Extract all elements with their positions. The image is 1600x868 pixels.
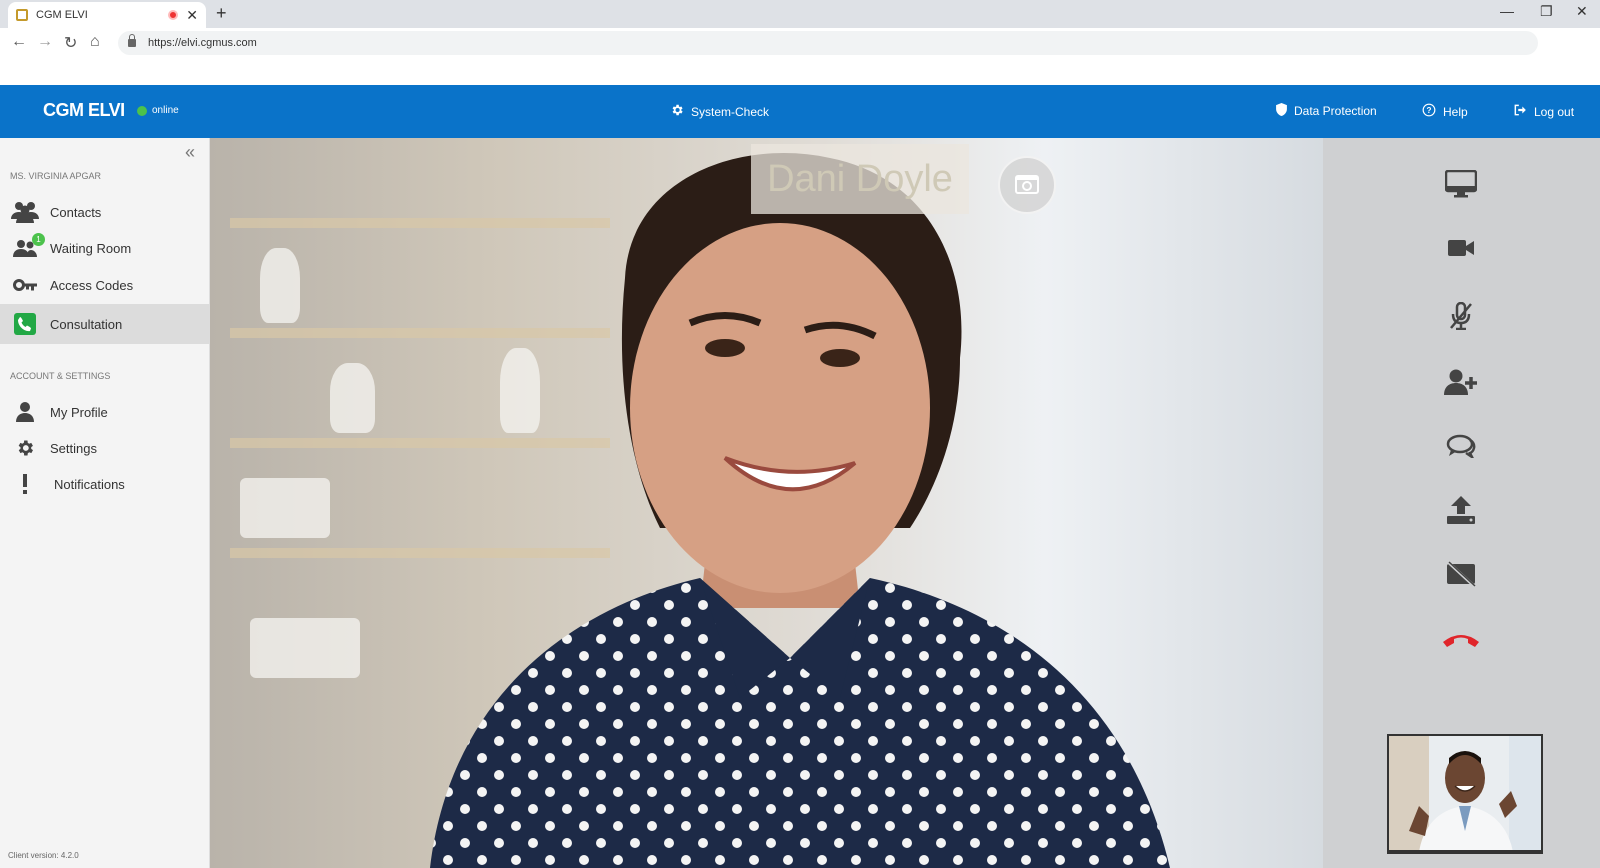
logout-icon (1513, 103, 1527, 120)
logout-label: Log out (1534, 104, 1575, 119)
system-check-link[interactable]: System-Check (670, 103, 769, 120)
data-protection-label: Data Protection (1294, 104, 1377, 118)
microphone-toggle-button[interactable] (1441, 298, 1481, 338)
gear-icon (0, 438, 50, 458)
collapse-sidebar-icon[interactable]: « (185, 142, 195, 163)
help-link[interactable]: ? Help (1422, 103, 1468, 120)
stop-sharing-button[interactable] (1441, 556, 1481, 596)
phone-icon (0, 313, 50, 335)
sidebar-item-access-codes[interactable]: Access Codes (0, 267, 210, 303)
status-text: online (152, 105, 179, 116)
call-controls-panel (1323, 138, 1600, 868)
sidebar-item-notifications[interactable]: Notifications (0, 466, 210, 502)
gear-icon (670, 103, 684, 120)
restore-icon[interactable]: ❐ (1540, 3, 1553, 20)
help-icon: ? (1422, 103, 1436, 120)
sidebar-item-label: Consultation (50, 316, 123, 332)
remote-video: Dani Doyle (210, 138, 1323, 868)
window-close-icon[interactable]: ✕ (1576, 3, 1588, 20)
status-dot-icon (137, 105, 147, 116)
add-user-icon (1444, 369, 1478, 400)
user-section-title: MS. VIRGINIA APGAR (10, 171, 102, 181)
sidebar-item-label: Notifications (54, 476, 125, 492)
sidebar-item-label: Contacts (50, 204, 102, 220)
hang-up-button[interactable] (1441, 622, 1481, 662)
waiting-count-badge: 1 (32, 233, 45, 246)
tab-title: CGM ELVI (36, 9, 88, 21)
snapshot-button[interactable] (998, 156, 1056, 214)
microphone-muted-icon (1449, 301, 1473, 335)
browser-tab-bar: CGM ELVI ✕ + — ❐ ✕ (0, 0, 1600, 28)
user-icon (0, 402, 50, 422)
file-upload-button[interactable] (1441, 492, 1481, 532)
address-bar: ← → ↻ ⌂ (0, 28, 1600, 58)
chat-button[interactable] (1441, 428, 1481, 468)
recording-icon (168, 10, 179, 20)
online-status: online (137, 105, 179, 116)
chat-icon (1446, 434, 1476, 463)
sidebar-item-my-profile[interactable]: My Profile (0, 394, 210, 430)
screen-share-button[interactable] (1441, 166, 1481, 206)
add-participant-button[interactable] (1441, 364, 1481, 404)
help-label: Help (1443, 104, 1468, 119)
browser-tab[interactable]: CGM ELVI ✕ (8, 2, 206, 28)
key-icon (0, 279, 50, 291)
client-version: Client version: 4.2.0 (8, 851, 79, 860)
account-section-title: ACCOUNT & SETTINGS (10, 371, 111, 381)
monitor-icon (1444, 169, 1478, 203)
svg-text:?: ? (1427, 106, 1432, 115)
self-view-video[interactable] (1387, 734, 1543, 854)
shield-icon (1276, 103, 1287, 119)
sidebar-item-label: Waiting Room (50, 240, 132, 256)
reload-icon[interactable]: ↻ (64, 33, 77, 53)
close-tab-icon[interactable]: ✕ (186, 7, 198, 24)
app-header: CGM ELVI online System-Check Data Protec… (0, 85, 1600, 138)
logout-link[interactable]: Log out (1513, 103, 1574, 120)
camera-toggle-button[interactable] (1441, 230, 1481, 270)
data-protection-link[interactable]: Data Protection (1276, 103, 1377, 119)
minimize-icon[interactable]: — (1500, 3, 1514, 19)
participant-figure (430, 153, 1170, 868)
sidebar-item-consultation[interactable]: Consultation (0, 304, 210, 344)
sidebar-item-label: Access Codes (50, 277, 134, 293)
url-input[interactable] (148, 37, 748, 49)
users-icon (0, 201, 50, 223)
new-tab-icon[interactable]: + (216, 3, 227, 24)
camera-snapshot-icon (1015, 172, 1039, 199)
sidebar-item-contacts[interactable]: Contacts (0, 194, 210, 230)
sidebar-item-label: Settings (50, 440, 97, 456)
upload-icon (1446, 495, 1476, 529)
sidebar: « MS. VIRGINIA APGAR Contacts 1 Waiting … (0, 138, 210, 868)
home-icon[interactable]: ⌂ (90, 33, 100, 51)
hang-up-icon (1441, 632, 1481, 653)
favicon-icon (16, 9, 28, 21)
exclamation-icon (0, 474, 50, 494)
video-camera-icon (1448, 239, 1474, 261)
forward-icon[interactable]: → (37, 33, 53, 51)
back-icon[interactable]: ← (11, 33, 27, 51)
system-check-label: System-Check (691, 104, 770, 119)
url-box[interactable] (118, 31, 1538, 55)
sidebar-item-label: My Profile (50, 404, 108, 420)
lock-icon (128, 34, 136, 47)
screen-off-icon (1446, 560, 1476, 592)
sidebar-item-settings[interactable]: Settings (0, 430, 210, 466)
waiting-room-icon: 1 (0, 233, 50, 257)
self-view-figure (1389, 736, 1541, 850)
brand-logo: CGM ELVI (43, 100, 125, 120)
participant-name-overlay: Dani Doyle (751, 144, 969, 214)
sidebar-item-waiting-room[interactable]: 1 Waiting Room (0, 230, 210, 266)
